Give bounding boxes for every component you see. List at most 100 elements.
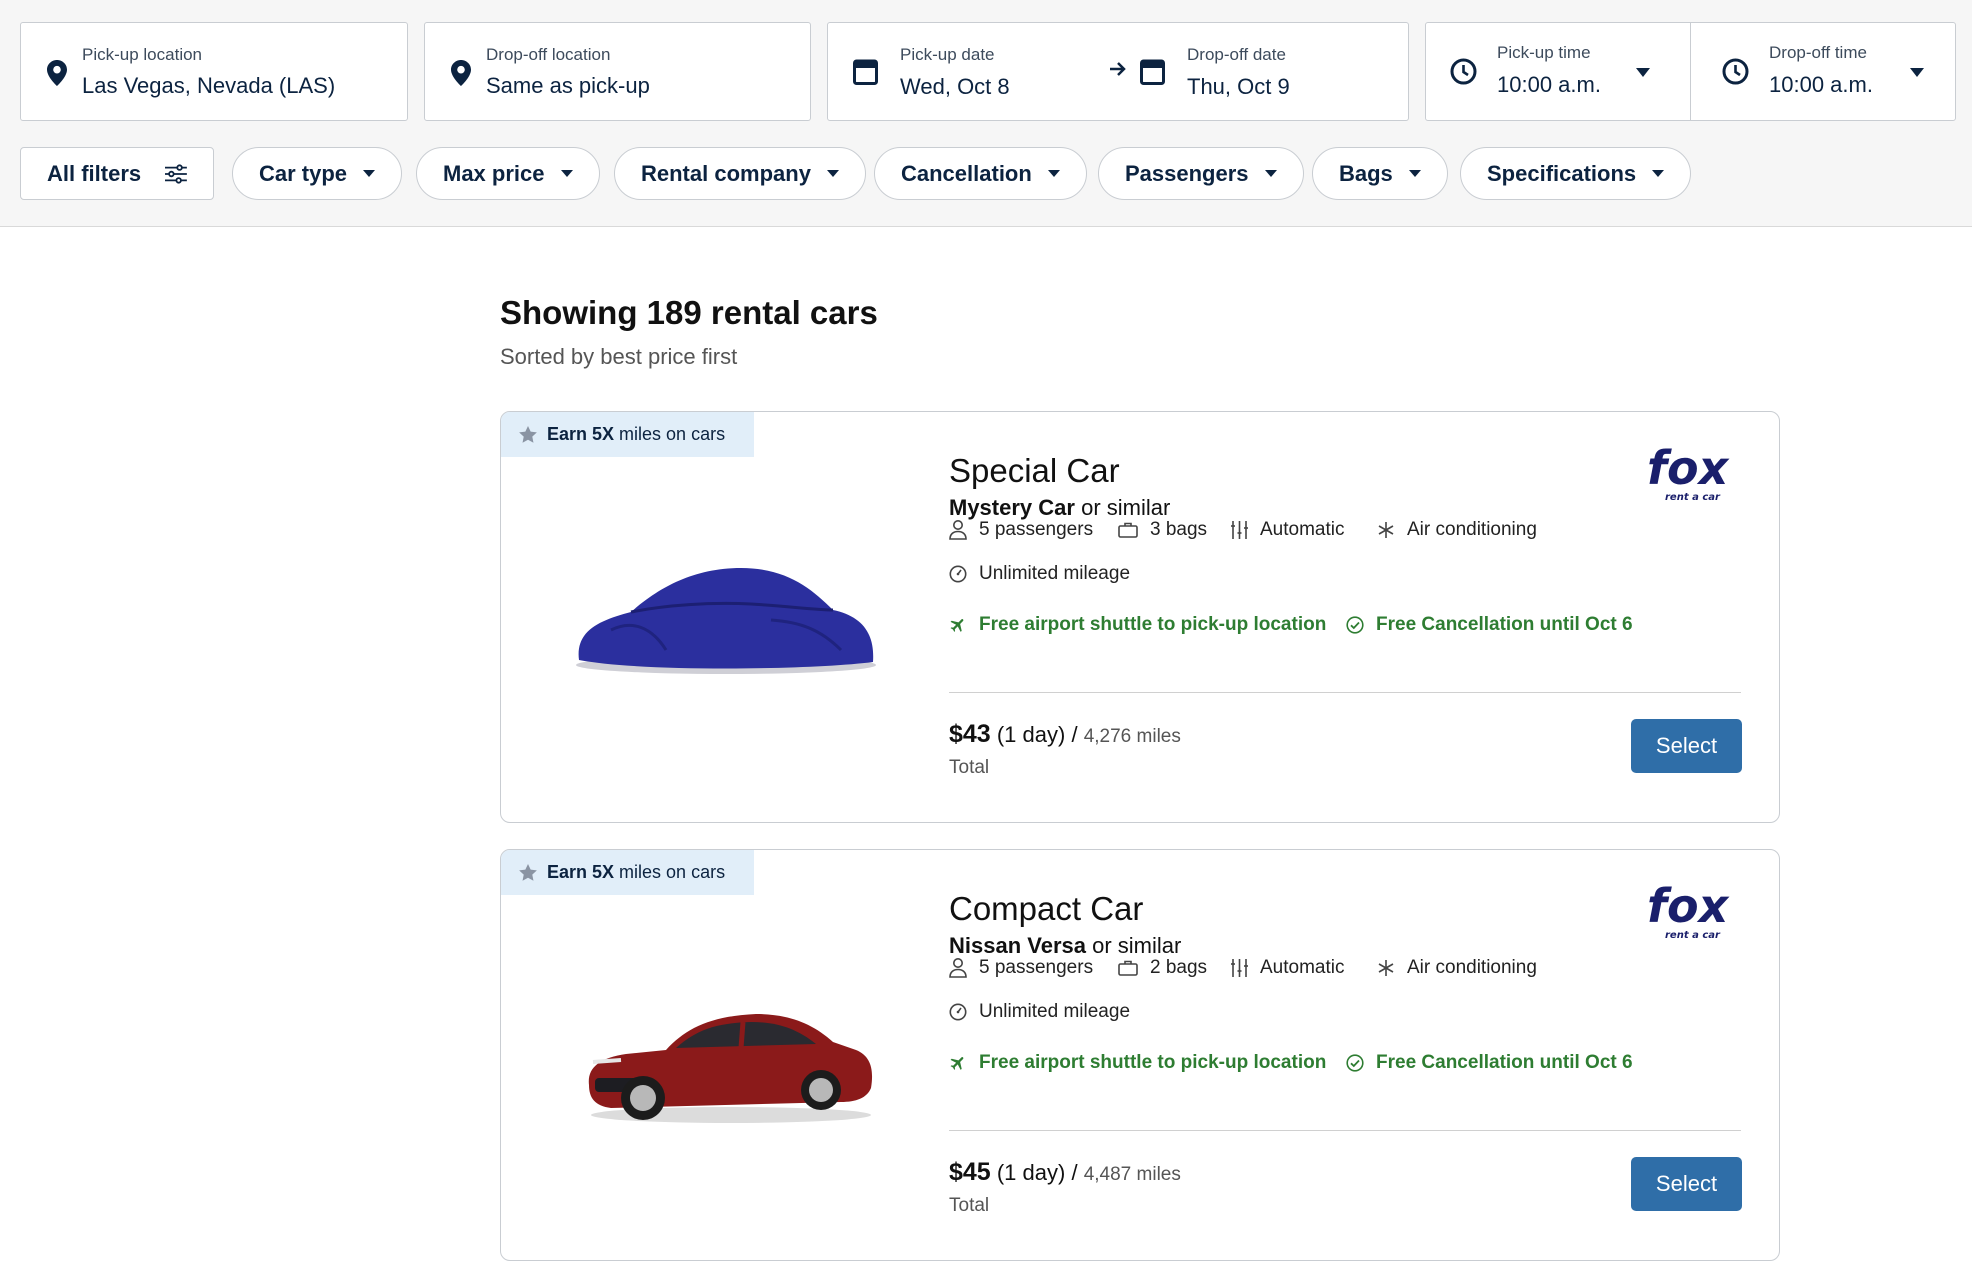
specifications-filter-chip[interactable]: Specifications: [1460, 147, 1692, 200]
location-pin-icon: [47, 60, 67, 86]
passengers-text: 5 passengers: [979, 519, 1094, 540]
chip-label: Max price: [443, 160, 545, 186]
calendar-icon: [1140, 59, 1165, 85]
snowflake-icon: [1378, 960, 1394, 976]
total-label: Total: [949, 757, 990, 778]
svg-text:fox: fox: [1647, 884, 1730, 933]
pickup-time-value: 10:00 a.m.: [1497, 72, 1601, 97]
location-pin-icon: [451, 60, 471, 86]
search-bar: Pick-up location Las Vegas, Nevada (LAS)…: [0, 0, 1972, 227]
rental-company-filter-chip[interactable]: Rental company: [614, 147, 866, 200]
dropoff-location-field[interactable]: Drop-off location Same as pick-up: [424, 22, 811, 121]
miles-promo-badge: Earn 5X miles on cars: [501, 850, 754, 895]
bags-filter-chip[interactable]: Bags: [1312, 147, 1448, 200]
check-circle-icon: [1346, 1054, 1364, 1072]
free-cancellation-feature: Free Cancellation until Oct 6: [1346, 1046, 1633, 1080]
all-filters-label: All filters: [47, 160, 142, 186]
bag-icon: [1118, 960, 1138, 976]
pickup-location-label: Pick-up location: [82, 45, 203, 64]
chip-label: Rental company: [641, 160, 811, 186]
car-image: [588, 1014, 873, 1123]
chip-label: Cancellation: [901, 160, 1032, 186]
pickup-time-dropdown[interactable]: Pick-up time 10:00 a.m.: [1425, 22, 1691, 121]
fox-rent-a-car-logo: fox rent a car: [1647, 446, 1730, 503]
car-class-title: Compact Car: [949, 890, 1144, 927]
promo-text: miles on cars: [619, 862, 726, 882]
caret-down-icon: [1047, 170, 1060, 177]
caret-down-icon: [1652, 170, 1665, 177]
ac-text: Air conditioning: [1407, 519, 1537, 540]
price-amount: $43: [949, 720, 991, 748]
caret-down-icon: [826, 170, 839, 177]
award-miles: 4,276 miles: [1083, 726, 1181, 747]
dropoff-date-value: Thu, Oct 9: [1187, 74, 1290, 99]
airport-shuttle-feature: Free airport shuttle to pick-up location: [949, 1046, 1326, 1080]
mileage-text: Unlimited mileage: [979, 563, 1131, 584]
dropoff-date-label: Drop-off date: [1187, 45, 1286, 64]
person-icon: [949, 520, 967, 540]
price-amount: $45: [949, 1158, 991, 1186]
transmission-text: Automatic: [1260, 519, 1345, 540]
mileage-text: Unlimited mileage: [979, 1001, 1131, 1022]
airplane-icon: [950, 1057, 964, 1070]
chip-label: Passengers: [1125, 160, 1249, 186]
promo-bold-text: Earn 5X: [547, 862, 615, 882]
car-type-filter-chip[interactable]: Car type: [232, 147, 403, 200]
caret-down-icon: [1264, 170, 1277, 177]
transmission-spec: Automatic: [1231, 951, 1344, 985]
speedometer-icon: [949, 1003, 967, 1021]
results-sort-subtitle: Sorted by best price first: [500, 344, 738, 369]
star-icon: [519, 426, 537, 443]
total-label: Total: [949, 1195, 990, 1216]
mileage-spec: Unlimited mileage: [949, 995, 1130, 1029]
shuttle-text: Free airport shuttle to pick-up location: [979, 1052, 1327, 1073]
price-separator: /: [1071, 722, 1078, 747]
miles-promo-badge: Earn 5X miles on cars: [501, 412, 754, 457]
promo-bold-text: Earn 5X: [547, 424, 615, 444]
car-class-title: Special Car: [949, 452, 1120, 489]
chevron-down-icon: [1910, 68, 1924, 77]
passengers-filter-chip[interactable]: Passengers: [1098, 147, 1304, 200]
award-miles: 4,487 miles: [1083, 1164, 1181, 1185]
pickup-location-field[interactable]: Pick-up location Las Vegas, Nevada (LAS): [20, 22, 408, 121]
car-image: [576, 568, 876, 674]
caret-down-icon: [560, 170, 573, 177]
speedometer-icon: [949, 565, 967, 583]
results-title: Showing 189 rental cars: [500, 294, 878, 331]
chip-label: Bags: [1339, 160, 1393, 186]
car-result-card: Earn 5X miles on cars Compact Car Nissan…: [500, 849, 1780, 1261]
passengers-spec: 5 passengers: [949, 951, 1093, 985]
dropoff-time-dropdown[interactable]: Drop-off time 10:00 a.m.: [1690, 22, 1956, 121]
transmission-spec: Automatic: [1231, 513, 1344, 547]
star-icon: [519, 864, 537, 881]
all-filters-button[interactable]: All filters: [20, 147, 214, 200]
mileage-spec: Unlimited mileage: [949, 557, 1130, 591]
shuttle-text: Free airport shuttle to pick-up location: [979, 614, 1327, 635]
person-icon: [949, 958, 967, 978]
dropoff-time-label: Drop-off time: [1769, 43, 1867, 62]
dropoff-location-value: Same as pick-up: [486, 73, 650, 98]
filter-sliders-icon: [165, 163, 187, 184]
cancellation-filter-chip[interactable]: Cancellation: [874, 147, 1087, 200]
pickup-date-value: Wed, Oct 8: [900, 74, 1010, 99]
max-price-filter-chip[interactable]: Max price: [416, 147, 600, 200]
dropoff-location-label: Drop-off location: [486, 45, 611, 64]
ac-text: Air conditioning: [1407, 957, 1537, 978]
airport-shuttle-feature: Free airport shuttle to pick-up location: [949, 608, 1326, 642]
select-button[interactable]: Select: [1631, 1157, 1742, 1211]
bags-spec: 2 bags: [1118, 951, 1207, 985]
clock-icon: [1722, 58, 1749, 85]
price-duration: (1 day): [996, 1160, 1066, 1185]
cancellation-text: Free Cancellation until Oct 6: [1376, 614, 1633, 635]
svg-text:rent a car: rent a car: [1665, 492, 1721, 503]
transmission-icon: [1231, 959, 1248, 977]
price-separator: /: [1071, 1160, 1078, 1185]
chevron-down-icon: [1636, 68, 1650, 77]
select-button[interactable]: Select: [1631, 719, 1742, 773]
chip-label: Car type: [259, 160, 348, 186]
transmission-text: Automatic: [1260, 957, 1345, 978]
bags-spec: 3 bags: [1118, 513, 1207, 547]
price-duration: (1 day): [996, 722, 1066, 747]
arrow-right-icon: [1110, 62, 1126, 76]
date-range-field[interactable]: Pick-up date Wed, Oct 8 Drop-off date Th…: [827, 22, 1409, 121]
